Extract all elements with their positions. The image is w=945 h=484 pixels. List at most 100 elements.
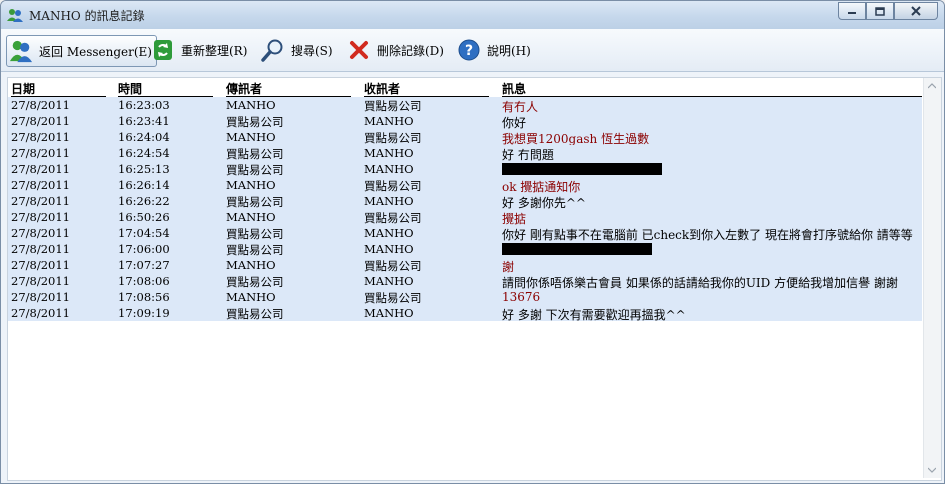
table-row[interactable]: 27/8/2011 17:08:06 買點易公司 MANHO 請問你係唔係樂古會員 如果…	[8, 273, 922, 290]
delete-history-button[interactable]: 刪除記錄(D)	[347, 35, 444, 65]
cell-time: 17:07:27	[118, 258, 170, 272]
window-title: MANHO 的訊息記錄	[29, 9, 145, 23]
cell-receiver: 買點易公司	[364, 131, 422, 145]
back-to-messenger-button[interactable]: 返回 Messenger(E)	[6, 35, 157, 67]
window-controls	[838, 2, 938, 20]
table-row[interactable]: 27/8/2011 16:25:13 買點易公司 MANHO	[8, 161, 922, 177]
cell-date: 27/8/2011	[11, 290, 70, 304]
table-row[interactable]: 27/8/2011 16:24:04 MANHO 買點易公司 我想買1200gash 恆…	[8, 129, 922, 146]
column-header-message[interactable]: 訊息	[502, 80, 922, 97]
cell-sender: MANHO	[226, 178, 276, 192]
table-row[interactable]: 27/8/2011 17:09:19 買點易公司 MANHO 好 多謝 下次有需要歡迎再…	[8, 305, 922, 322]
cell-receiver: 買點易公司	[364, 211, 422, 225]
table-row[interactable]: 27/8/2011 16:23:41 買點易公司 MANHO 你好	[8, 113, 922, 130]
refresh-icon	[151, 38, 175, 62]
table-row[interactable]: 27/8/2011 16:24:54 買點易公司 MANHO 好 冇問題	[8, 145, 922, 162]
cell-date: 27/8/2011	[11, 210, 70, 224]
cell-receiver: 買點易公司	[364, 259, 422, 273]
cell-message: 13676	[502, 290, 541, 304]
close-button[interactable]	[894, 2, 938, 20]
cell-time: 17:06:00	[118, 242, 170, 256]
cell-time: 16:24:04	[118, 130, 170, 144]
cell-date: 27/8/2011	[11, 130, 70, 144]
help-button-label: 說明(H)	[487, 43, 531, 58]
cell-time: 16:25:13	[118, 162, 170, 176]
cell-sender: MANHO	[226, 210, 276, 224]
table-row[interactable]: 27/8/2011 17:07:27 MANHO 買點易公司謝	[8, 257, 922, 274]
cell-sender: MANHO	[226, 98, 276, 112]
cell-time: 17:08:06	[118, 274, 170, 288]
messenger-history-window: MANHO 的訊息記錄 返回 Messenger(E) 重新整理(R) 搜尋(S…	[0, 0, 945, 484]
scroll-up-button[interactable]	[924, 78, 940, 94]
refresh-button[interactable]: 重新整理(R)	[151, 35, 247, 65]
table-row[interactable]: 27/8/2011 17:06:00 買點易公司 MANHO	[8, 241, 922, 257]
maximize-button[interactable]	[866, 2, 894, 20]
cell-date: 27/8/2011	[11, 306, 70, 320]
cell-date: 27/8/2011	[11, 146, 70, 160]
cell-date: 27/8/2011	[11, 274, 70, 288]
cell-date: 27/8/2011	[11, 98, 70, 112]
vertical-scrollbar[interactable]	[923, 78, 941, 478]
column-header-time[interactable]: 時間	[118, 80, 213, 97]
cell-receiver: MANHO	[364, 194, 414, 208]
maximize-icon	[875, 6, 885, 16]
cell-receiver: MANHO	[364, 226, 414, 240]
cell-sender: 買點易公司	[226, 147, 284, 161]
minimize-button[interactable]	[838, 2, 866, 20]
table-row[interactable]: 27/8/2011 16:50:26 MANHO 買點易公司 攪掂	[8, 209, 922, 226]
message-rows: 27/8/2011 16:23:03 MANHO 買點易公司 有冇人 27/8/2011 1…	[8, 97, 922, 322]
cell-time: 16:50:26	[118, 210, 170, 224]
cell-sender: 買點易公司	[226, 243, 284, 257]
chevron-up-icon	[928, 83, 936, 89]
search-icon	[261, 38, 285, 62]
cell-receiver: 買點易公司	[364, 179, 422, 193]
chevron-down-icon	[928, 467, 936, 473]
scroll-down-button[interactable]	[924, 462, 940, 478]
cell-time: 17:08:56	[118, 290, 170, 304]
delete-icon	[347, 38, 371, 62]
cell-sender: 買點易公司	[226, 227, 284, 241]
cell-sender: 買點易公司	[226, 307, 284, 321]
column-header-receiver[interactable]: 收訊者	[364, 80, 489, 97]
refresh-button-label: 重新整理(R)	[181, 43, 248, 58]
title-bar: MANHO 的訊息記錄	[1, 1, 944, 29]
column-header-sender[interactable]: 傳訊者	[226, 80, 351, 97]
search-button[interactable]: 搜尋(S)	[261, 35, 333, 65]
redacted-message-bar	[502, 243, 652, 255]
table-row[interactable]: 27/8/2011 16:26:14 MANHO 買點易公司 ok 攪掂通知你	[8, 177, 922, 194]
close-icon	[911, 6, 921, 16]
table-row[interactable]: 27/8/2011 17:08:56 MANHO 買點易公司 13676	[8, 289, 922, 305]
cell-sender: MANHO	[226, 258, 276, 272]
help-icon: ?	[457, 38, 481, 62]
cell-date: 27/8/2011	[11, 242, 70, 256]
table-row[interactable]: 27/8/2011 17:04:54 買點易公司 MANHO 你好 剛有點事不在電腦前 …	[8, 225, 922, 242]
cell-sender: MANHO	[226, 290, 276, 304]
help-button[interactable]: ? 說明(H)	[457, 35, 531, 65]
cell-receiver: MANHO	[364, 162, 414, 176]
column-header-date[interactable]: 日期	[11, 80, 106, 97]
cell-sender: 買點易公司	[226, 115, 284, 129]
message-history-list[interactable]: 日期 時間 傳訊者 收訊者 訊息 27/8/2011 16:23:03 MANHO 買…	[7, 77, 942, 481]
table-row[interactable]: 27/8/2011 16:23:03 MANHO 買點易公司 有冇人	[8, 97, 922, 114]
cell-sender: 買點易公司	[226, 163, 284, 177]
svg-text:?: ?	[465, 43, 473, 59]
cell-time: 16:23:03	[118, 98, 170, 112]
redacted-message-bar	[502, 163, 662, 175]
cell-receiver: MANHO	[364, 274, 414, 288]
toolbar: 返回 Messenger(E) 重新整理(R) 搜尋(S) 刪除記錄(D) ? …	[1, 29, 944, 72]
cell-receiver: MANHO	[364, 114, 414, 128]
cell-date: 27/8/2011	[11, 258, 70, 272]
search-button-label: 搜尋(S)	[291, 43, 333, 58]
minimize-icon	[848, 12, 856, 14]
cell-time: 16:24:54	[118, 146, 170, 160]
delete-button-label: 刪除記錄(D)	[377, 43, 444, 58]
table-row[interactable]: 27/8/2011 16:26:22 買點易公司 MANHO 好 多謝你先^^	[8, 193, 922, 210]
cell-message: 好 多謝 下次有需要歡迎再搵我^^	[502, 308, 686, 322]
back-button-label: 返回 Messenger(E)	[39, 44, 152, 59]
cell-time: 17:09:19	[118, 306, 170, 320]
cell-date: 27/8/2011	[11, 194, 70, 208]
cell-date: 27/8/2011	[11, 114, 70, 128]
cell-time: 16:26:14	[118, 178, 170, 192]
cell-receiver: MANHO	[364, 306, 414, 320]
cell-receiver: 買點易公司	[364, 291, 422, 305]
